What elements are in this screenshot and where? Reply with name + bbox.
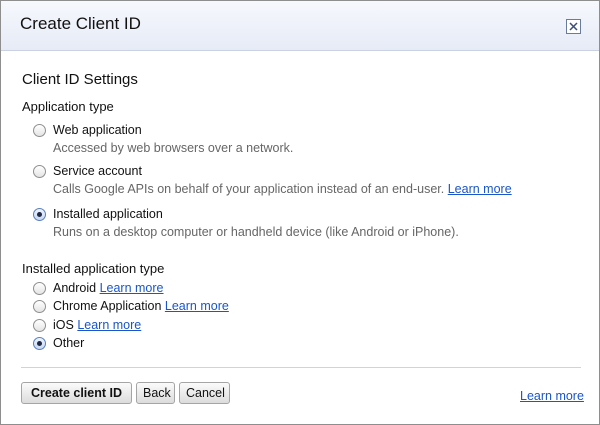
radio-label: iOS Learn more [53,318,141,332]
create-client-id-button[interactable]: Create client ID [21,382,132,404]
close-icon[interactable] [566,19,581,34]
footer-learn-more-link[interactable]: Learn more [520,389,584,403]
divider [21,367,581,368]
radio-button[interactable] [33,165,46,178]
radio-label-text: Chrome Application [53,299,162,313]
radio-dot [37,212,42,217]
radio-label-text: iOS [53,318,74,332]
application-type-label: Application type [22,99,114,114]
chrome-application-learn-more-link[interactable]: Learn more [165,299,229,313]
radio-label: Installed application [53,207,163,221]
radio-label: Web application [53,123,142,137]
radio-label: Other [53,336,85,350]
ios-learn-more-link[interactable]: Learn more [77,318,141,332]
cancel-button[interactable]: Cancel [179,382,230,404]
radio-button[interactable] [33,124,46,137]
radio-label: Service account [53,164,142,178]
radio-label-text: Android [53,281,97,295]
description-text: Calls Google APIs on behalf of your appl… [53,182,445,196]
section-title: Client ID Settings [22,71,138,88]
radio-button-selected[interactable] [33,337,46,350]
radio-label: Android Learn more [53,281,164,295]
web-application-description: Accessed by web browsers over a network. [53,141,294,155]
android-learn-more-link[interactable]: Learn more [100,281,164,295]
radio-button[interactable] [33,300,46,313]
radio-button[interactable] [33,282,46,295]
service-account-description: Calls Google APIs on behalf of your appl… [53,182,512,196]
back-button[interactable]: Back [136,382,175,404]
dialog-titlebar: Create Client ID [1,1,599,51]
dialog-title: Create Client ID [20,14,141,33]
radio-button-selected[interactable] [33,208,46,221]
radio-button[interactable] [33,319,46,332]
radio-label: Chrome Application Learn more [53,299,229,313]
radio-dot [37,341,42,346]
create-client-id-dialog: Create Client ID Client ID Settings Appl… [0,0,600,425]
installed-application-description: Runs on a desktop computer or handheld d… [53,225,459,239]
service-account-learn-more-link[interactable]: Learn more [448,182,512,196]
installed-application-type-label: Installed application type [22,261,165,276]
